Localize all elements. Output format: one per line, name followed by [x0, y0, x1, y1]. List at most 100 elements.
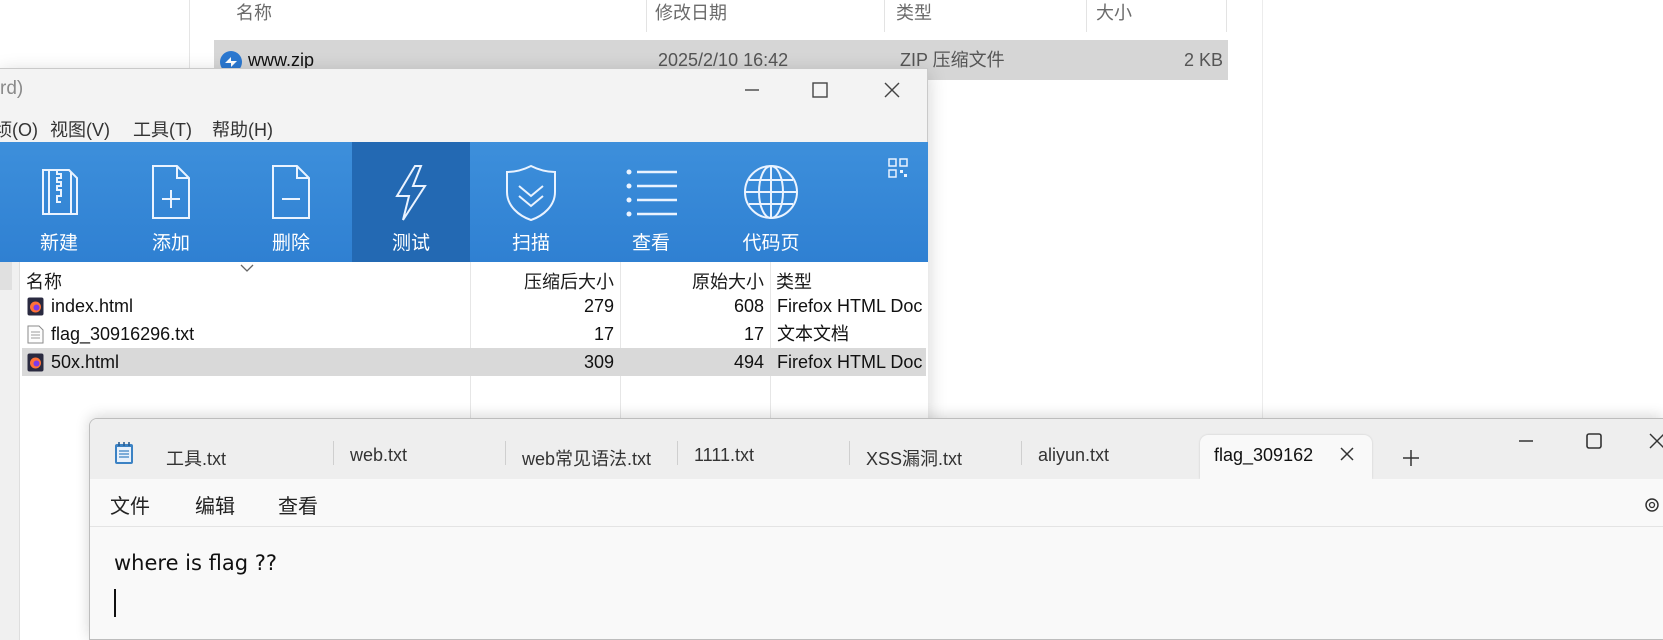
menu-help[interactable]: 帮助(H)	[212, 116, 273, 142]
menu-edit[interactable]: 编辑	[195, 490, 235, 519]
toolbar-view-button[interactable]: 查看	[592, 142, 710, 262]
file-size: 2 KB	[1184, 50, 1224, 70]
column-divider[interactable]	[646, 0, 647, 32]
sort-arrow-icon	[240, 264, 254, 272]
table-row[interactable]: flag_30916296.txt 17 17 文本文档	[22, 320, 926, 348]
globe-icon	[744, 165, 798, 219]
minimize-button[interactable]	[724, 73, 780, 107]
column-divider[interactable]	[884, 0, 885, 32]
menu-bar: 顷(O) 视图(V) 工具(T) 帮助(H)	[0, 111, 927, 143]
menu-file[interactable]: 文件	[110, 490, 150, 519]
file-name: 50x.html	[51, 352, 120, 372]
column-divider[interactable]	[1226, 0, 1227, 32]
column-header-compressed[interactable]: 压缩后大小	[472, 268, 614, 294]
tab-1111-txt[interactable]: 1111.txt	[678, 435, 850, 479]
menu-tools[interactable]: 工具(T)	[133, 116, 192, 142]
text-caret	[114, 589, 116, 617]
new-tab-icon[interactable]	[1396, 443, 1426, 473]
tab-label: 工具.txt	[166, 449, 227, 469]
tab-tools-txt[interactable]: 工具.txt	[152, 435, 334, 479]
zip-archive-icon	[42, 169, 78, 215]
maximize-button[interactable]	[792, 73, 848, 107]
maximize-button[interactable]	[1574, 425, 1614, 457]
tab-xss-txt[interactable]: XSS漏洞.txt	[850, 435, 1022, 479]
firefox-html-icon	[27, 353, 44, 372]
file-name: flag_30916296.txt	[51, 324, 195, 344]
toolbar-label: 测试	[391, 233, 430, 254]
toolbar-label: 扫描	[511, 233, 550, 254]
tab-label: aliyun.txt	[1038, 445, 1110, 465]
column-header-type[interactable]: 类型	[776, 268, 812, 294]
original-size: 608	[733, 296, 764, 316]
file-type: Firefox HTML Doc	[777, 352, 923, 372]
tab-label: XSS漏洞.txt	[866, 449, 963, 469]
column-divider[interactable]	[1086, 0, 1087, 32]
column-header-name[interactable]: 名称	[236, 0, 272, 30]
file-name: index.html	[51, 296, 134, 316]
toolbar-label: 查看	[631, 233, 670, 254]
toolbar-label: 代码页	[742, 233, 800, 254]
toolbar-label: 新建	[39, 233, 78, 254]
toolbar-scan-button[interactable]: 扫描	[472, 142, 590, 262]
close-tab-icon[interactable]	[1336, 443, 1358, 465]
add-file-icon	[152, 165, 190, 219]
table-row[interactable]: index.html 279 608 Firefox HTML Doc	[22, 292, 926, 320]
text-file-icon	[27, 325, 44, 344]
close-button[interactable]	[864, 73, 920, 107]
original-size: 494	[733, 352, 764, 372]
tab-web-syntax-txt[interactable]: web常见语法.txt	[506, 435, 678, 479]
menu-view[interactable]: 视图(V)	[50, 116, 110, 142]
delete-file-icon	[272, 165, 310, 219]
menu-options[interactable]: 顷(O)	[0, 116, 38, 142]
menu-view[interactable]: 查看	[278, 490, 318, 519]
tab-aliyun-txt[interactable]: aliyun.txt	[1022, 435, 1194, 479]
close-button[interactable]	[1638, 425, 1663, 457]
toolbar-codepage-button[interactable]: 代码页	[712, 142, 830, 262]
title-bar[interactable]: rd)	[0, 69, 927, 111]
column-header-name[interactable]: 名称	[26, 268, 62, 294]
notepad-app-icon	[115, 442, 133, 464]
file-type: 文本文档	[777, 324, 849, 344]
compressed-size: 279	[583, 296, 614, 316]
toolbar-label: 添加	[151, 233, 190, 254]
column-header-original[interactable]: 原始大小	[622, 268, 764, 294]
tab-flag-active[interactable]: flag_309162	[1200, 435, 1372, 479]
layout-grid-icon[interactable]	[888, 158, 908, 178]
firefox-html-icon	[27, 297, 44, 316]
tab-label: web常见语法.txt	[522, 449, 652, 469]
tab-bar[interactable]: 工具.txt web.txt web常见语法.txt 1111.txt XSS漏…	[90, 419, 1663, 479]
minimize-button[interactable]	[1506, 425, 1546, 457]
minimize-icon	[745, 89, 759, 91]
file-type: Firefox HTML Doc	[777, 296, 923, 316]
compressed-size: 309	[583, 352, 614, 372]
toolbar-add-button[interactable]: 添加	[112, 142, 230, 262]
settings-gear-icon[interactable]	[1642, 495, 1662, 515]
close-icon	[884, 82, 900, 98]
minimize-icon	[1519, 440, 1533, 442]
close-icon	[1649, 433, 1663, 449]
toolbar-test-button[interactable]: 测试	[352, 142, 470, 262]
editor-content[interactable]: where is flag ??	[114, 551, 277, 575]
lightning-icon	[395, 165, 427, 221]
window-title: rd)	[0, 78, 24, 99]
table-row-selected[interactable]: 50x.html 309 494 Firefox HTML Doc	[22, 348, 926, 376]
menu-bar: 文件 编辑 查看	[90, 479, 1663, 527]
list-view-icon	[626, 169, 677, 217]
column-header-size[interactable]: 大小	[1096, 0, 1132, 30]
maximize-icon	[1586, 433, 1602, 449]
toolbar-delete-button[interactable]: 删除	[232, 142, 350, 262]
tab-web-txt[interactable]: web.txt	[334, 435, 506, 479]
tab-label: web.txt	[350, 445, 408, 465]
toolbar-label: 删除	[271, 233, 310, 254]
compressed-size: 17	[593, 324, 614, 344]
column-header-modified[interactable]: 修改日期	[655, 0, 727, 30]
shield-scan-icon	[506, 164, 556, 222]
tab-label: 1111.txt	[694, 445, 755, 465]
tree-pane[interactable]	[0, 262, 20, 640]
column-header-type[interactable]: 类型	[896, 0, 932, 30]
tab-label: flag_309162	[1214, 445, 1314, 465]
text-editor[interactable]: where is flag ??	[90, 527, 1663, 639]
maximize-icon	[812, 82, 828, 98]
toolbar-new-button[interactable]: 新建	[0, 142, 118, 262]
notepad-window: 工具.txt web.txt web常见语法.txt 1111.txt XSS漏…	[89, 418, 1663, 640]
